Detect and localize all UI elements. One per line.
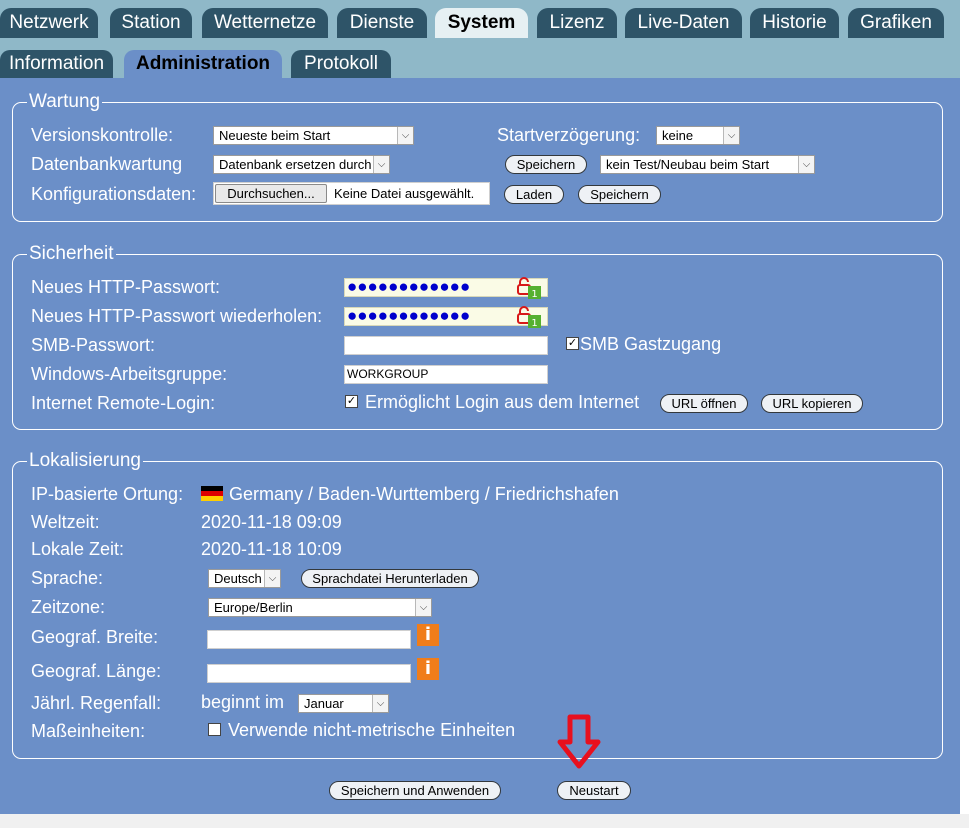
restart-button[interactable]: Neustart — [557, 781, 631, 800]
rainfall-month-value: Januar — [304, 696, 344, 711]
workgroup-label: Windows-Arbeitsgruppe: — [31, 364, 228, 384]
bottom-strip — [0, 814, 969, 828]
tab-protokoll[interactable]: Protokoll — [291, 50, 391, 78]
db-test-select[interactable]: kein Test/Neubau beim Start ⌵ — [600, 155, 815, 174]
db-maintenance-value: Datenbank ersetzen durch — [219, 157, 372, 172]
workgroup-input[interactable]: WORKGROUP — [344, 365, 548, 384]
tab-station[interactable]: Station — [110, 8, 192, 38]
local-time-value: 2020-11-18 10:09 — [201, 539, 342, 559]
tab-netzwerk[interactable]: Netzwerk — [0, 8, 98, 38]
germany-flag-icon — [201, 486, 223, 501]
start-delay-label: Startverzögerung: — [497, 125, 641, 145]
password-manager-icon[interactable]: 1 — [516, 276, 544, 300]
timezone-label: Zeitzone: — [31, 597, 106, 617]
browse-button[interactable]: Durchsuchen... — [215, 184, 327, 203]
password-manager-badge: 1 — [531, 289, 537, 300]
version-control-select[interactable]: Neueste beim Start ⌵ — [213, 126, 414, 145]
tab-historie[interactable]: Historie — [750, 8, 839, 38]
config-data-label: Konfigurationsdaten: — [31, 184, 197, 204]
sicherheit-legend: Sicherheit — [29, 243, 114, 264]
tab-dienste[interactable]: Dienste — [337, 8, 427, 38]
latitude-label: Geograf. Breite: — [31, 627, 159, 647]
lokalisierung-legend: Lokalisierung — [29, 450, 141, 471]
url-copy-button[interactable]: URL kopieren — [761, 394, 863, 413]
remote-login-label: Internet Remote-Login: — [31, 393, 216, 413]
http-password-value: ●●●●●●●●●●●● — [347, 277, 471, 296]
remote-login-text: Ermöglicht Login aus dem Internet — [365, 392, 640, 412]
language-download-button[interactable]: Sprachdatei Herunterladen — [301, 569, 479, 588]
start-delay-select[interactable]: keine ⌵ — [656, 126, 740, 145]
wartung-legend: Wartung — [29, 91, 101, 112]
chevron-down-icon: ⌵ — [397, 127, 413, 144]
version-control-label: Versionskontrolle: — [31, 125, 174, 145]
db-save-button[interactable]: Speichern — [505, 155, 587, 174]
remote-login-checkbox[interactable]: ✓ — [345, 395, 358, 408]
chevron-down-icon: ⌵ — [798, 156, 814, 173]
ip-location-label: IP-basierte Ortung: — [31, 484, 184, 504]
chevron-down-icon: ⌵ — [415, 599, 431, 616]
rainfall-prefix: beginnt im — [201, 692, 285, 712]
chevron-down-icon: ⌵ — [723, 127, 739, 144]
tab-information[interactable]: Information — [0, 50, 113, 78]
longitude-input[interactable] — [207, 664, 411, 683]
longitude-info-icon[interactable]: i — [417, 658, 439, 680]
sub-tab-bar: Information Administration Protokoll — [0, 38, 960, 78]
admin-panel: Wartung Versionskontrolle: Neueste beim … — [0, 78, 960, 814]
timezone-select[interactable]: Europe/Berlin ⌵ — [208, 598, 432, 617]
units-checkbox[interactable] — [208, 723, 221, 736]
smb-password-input[interactable] — [344, 336, 548, 355]
load-button[interactable]: Laden — [504, 185, 564, 204]
utc-time-value: 2020-11-18 09:09 — [201, 512, 342, 532]
http-password-repeat-label: Neues HTTP-Passwort wiederholen: — [31, 306, 323, 326]
local-time-label: Lokale Zeit: — [31, 539, 125, 559]
ip-location-value: Germany / Baden-Wurttemberg / Friedrichs… — [229, 484, 619, 504]
password-manager-badge: 1 — [531, 318, 537, 329]
timezone-value: Europe/Berlin — [214, 600, 293, 615]
config-save-button[interactable]: Speichern — [578, 185, 661, 204]
chevron-down-icon: ⌵ — [264, 570, 280, 587]
http-password-repeat-value: ●●●●●●●●●●●● — [347, 306, 471, 325]
password-manager-icon[interactable]: 1 — [516, 305, 544, 329]
save-apply-button[interactable]: Speichern und Anwenden — [329, 781, 501, 800]
url-open-button[interactable]: URL öffnen — [660, 394, 748, 413]
config-file-input[interactable]: Durchsuchen... Keine Datei ausgewählt. — [213, 182, 490, 205]
version-control-value: Neueste beim Start — [219, 128, 331, 143]
start-delay-value: keine — [662, 128, 694, 143]
latitude-input[interactable] — [207, 630, 411, 649]
smb-guest-checkbox[interactable]: ✓ — [566, 337, 579, 350]
rainfall-label: Jährl. Regenfall: — [31, 693, 162, 713]
tab-lizenz[interactable]: Lizenz — [537, 8, 617, 38]
no-file-text: Keine Datei ausgewählt. — [334, 186, 475, 201]
tab-system[interactable]: System — [435, 8, 528, 38]
tab-live-daten[interactable]: Live-Daten — [625, 8, 742, 38]
language-label: Sprache: — [31, 568, 104, 588]
units-label: Maßeinheiten: — [31, 721, 146, 741]
longitude-label: Geograf. Länge: — [31, 661, 162, 681]
db-maintenance-select[interactable]: Datenbank ersetzen durch ⌵ — [213, 155, 390, 174]
db-test-value: kein Test/Neubau beim Start — [606, 157, 770, 172]
main-tab-bar: Netzwerk Station Wetternetze Dienste Sys… — [0, 0, 960, 38]
units-text: Verwende nicht-metrische Einheiten — [228, 720, 516, 740]
chevron-down-icon: ⌵ — [373, 156, 389, 173]
utc-time-label: Weltzeit: — [31, 512, 100, 532]
smb-password-label: SMB-Passwort: — [31, 335, 156, 355]
language-value: Deutsch — [214, 571, 262, 586]
smb-guest-label: SMB Gastzugang — [580, 334, 722, 354]
language-select[interactable]: Deutsch ⌵ — [208, 569, 281, 588]
tab-grafiken[interactable]: Grafiken — [848, 8, 944, 38]
chevron-down-icon: ⌵ — [372, 695, 388, 712]
tab-wetternetze[interactable]: Wetternetze — [202, 8, 328, 38]
tab-administration[interactable]: Administration — [124, 50, 282, 78]
workgroup-value: WORKGROUP — [347, 367, 429, 381]
red-arrow-annotation-icon — [557, 714, 601, 769]
http-password-label: Neues HTTP-Passwort: — [31, 277, 221, 297]
latitude-info-icon[interactable]: i — [417, 624, 439, 646]
rainfall-month-select[interactable]: Januar ⌵ — [298, 694, 389, 713]
db-maintenance-label: Datenbankwartung — [31, 154, 183, 174]
